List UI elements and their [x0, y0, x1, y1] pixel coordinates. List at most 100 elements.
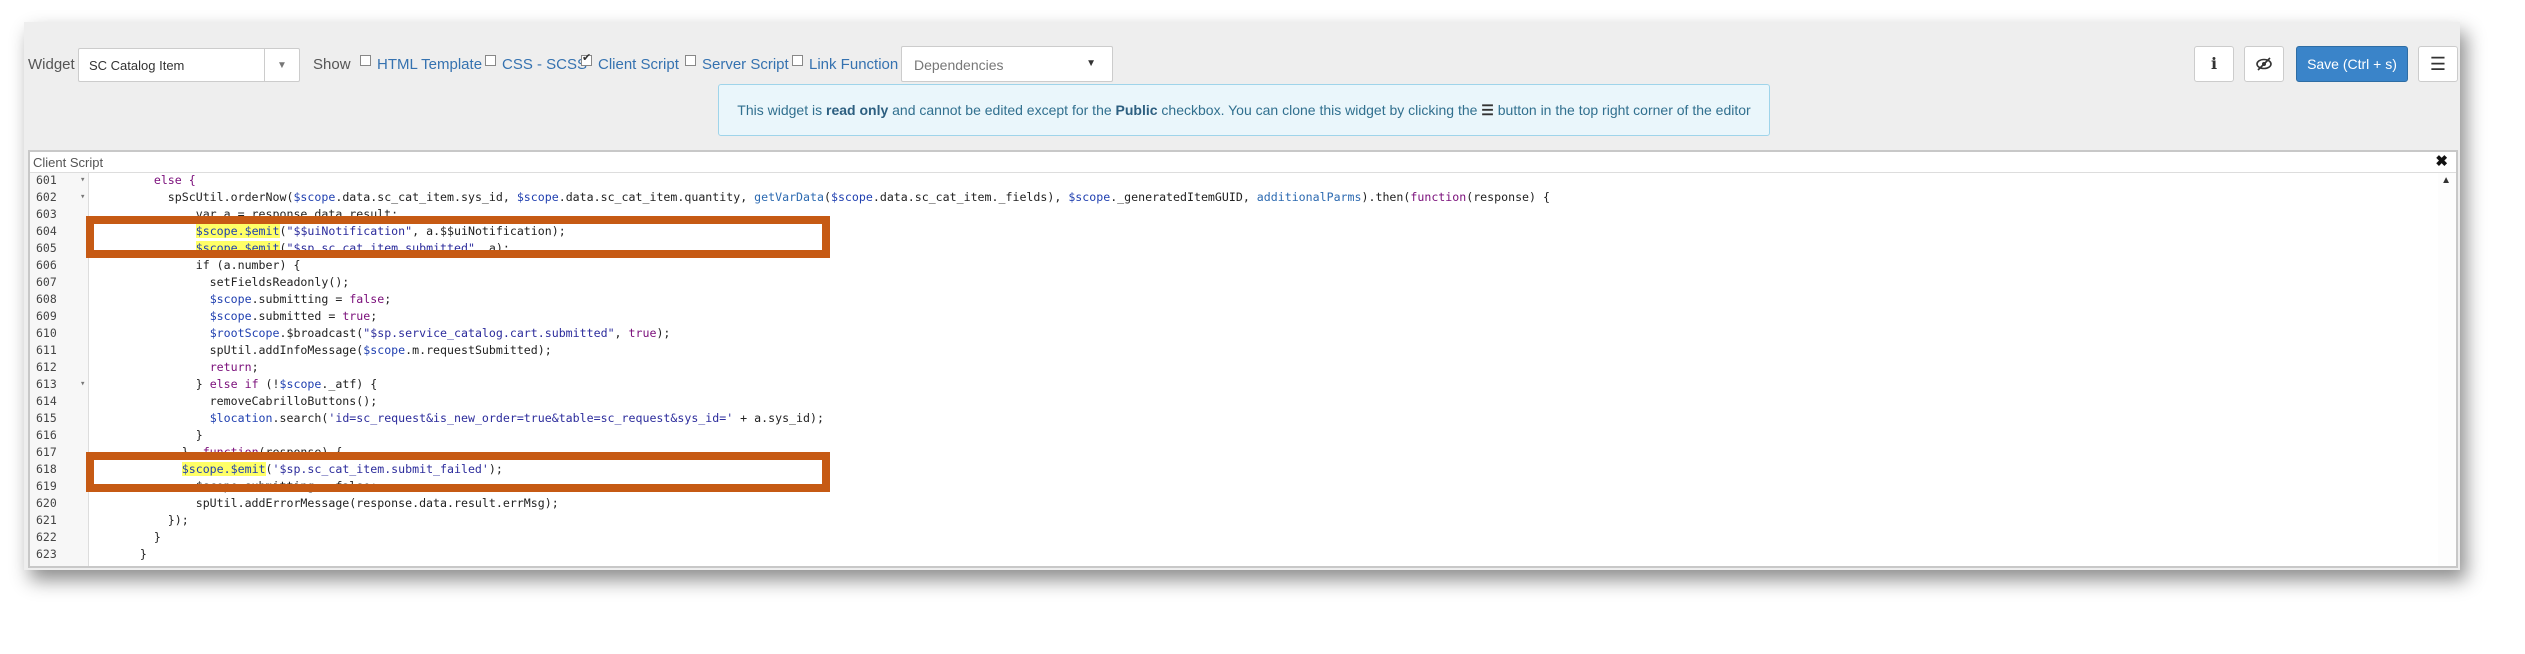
line-number: 604 [36, 224, 57, 238]
widget-label: Widget [28, 56, 75, 73]
code-text: } [98, 546, 147, 563]
line-number: 613 [36, 377, 57, 391]
line-number: 609 [36, 309, 57, 323]
fold-icon[interactable]: ▾ [80, 189, 85, 206]
code-text: else { [98, 172, 196, 189]
menu-button[interactable]: ☰ [2418, 46, 2458, 82]
hamburger-icon: ☰ [2429, 54, 2447, 74]
line-number: 620 [36, 496, 57, 510]
fold-icon[interactable]: ▾ [80, 172, 85, 189]
code-token: ; [251, 360, 259, 374]
code-line: 601 ▾ else { [30, 172, 2450, 189]
code-line: 609 $scope.submitted = true; [30, 308, 2450, 325]
info-button[interactable]: i [2194, 46, 2234, 82]
code-text: $location.search('id=sc_request&is_new_o… [98, 410, 824, 427]
dependencies-placeholder: Dependencies [914, 57, 1004, 73]
code-token: $scope [293, 190, 336, 204]
code-token: } [98, 428, 203, 442]
read-only-banner: This widget is read only and cannot be e… [718, 84, 1770, 136]
link-function-checkbox[interactable] [792, 55, 803, 66]
toolbar: Widget SC Catalog Item ▼ Show HTML Templ… [24, 34, 2460, 84]
save-button[interactable]: Save (Ctrl + s) [2296, 46, 2408, 82]
code-token: } [98, 547, 147, 561]
css-scss-link[interactable]: CSS - SCSS [502, 56, 587, 73]
eye-slash-icon [2256, 57, 2272, 71]
code-token: $scope [279, 377, 322, 391]
line-number: 612 [36, 360, 57, 374]
line-number: 614 [36, 394, 57, 408]
editor-header: Client Script ✖ [30, 152, 2456, 173]
editor-title: Client Script [33, 155, 104, 170]
code-token: .m.requestSubmitted); [405, 343, 552, 357]
code-token: $rootScope [209, 326, 280, 340]
code-token: $scope [209, 292, 252, 306]
line-number: 615 [36, 411, 57, 425]
code-text: return; [98, 359, 259, 376]
html-template-link[interactable]: HTML Template [377, 56, 482, 73]
chevron-down-icon: ▼ [1086, 58, 1096, 69]
dependencies-select[interactable]: Dependencies ▼ [901, 46, 1113, 82]
server-script-link[interactable]: Server Script [702, 56, 789, 73]
client-script-editor[interactable]: Client Script ✖ ▲ 601 ▾ else { 602 ▾ spScU… [28, 150, 2458, 568]
code-line: 615 $location.search('id=sc_request&is_n… [30, 410, 2450, 427]
code-text: } [98, 427, 203, 444]
show-label: Show [313, 56, 351, 73]
code-token: .data.sc_cat_item.sys_id, [335, 190, 517, 204]
code-line: 606 if (a.number) { [30, 257, 2450, 274]
code-token: removeCabrilloButtons(); [98, 394, 378, 408]
code-token: false [349, 292, 385, 306]
code-token: setFieldsReadonly(); [98, 275, 350, 289]
code-token: ; [370, 309, 378, 323]
banner-text-3: checkbox. You can clone this widget by c… [1157, 102, 1482, 118]
code-token: ).then( [1361, 190, 1411, 204]
code-line: 610 $rootScope.$broadcast("$sp.service_c… [30, 325, 2450, 342]
code-text: spScUtil.orderNow($scope.data.sc_cat_ite… [98, 189, 1550, 206]
code-line: 621 }); [30, 512, 2450, 529]
line-number: 621 [36, 513, 57, 527]
chevron-down-icon: ▼ [277, 60, 287, 71]
link-function-link[interactable]: Link Function [809, 56, 898, 73]
server-script-checkbox[interactable] [685, 55, 696, 66]
code-token: true [628, 326, 657, 340]
code-token: .search( [272, 411, 329, 425]
line-number: 619 [36, 479, 57, 493]
code-text: }); [98, 512, 189, 529]
widget-select[interactable]: SC Catalog Item ▼ [78, 48, 300, 82]
code-line: 620 spUtil.addErrorMessage(response.data… [30, 495, 2450, 512]
close-icon[interactable]: ✖ [2435, 152, 2448, 170]
code-token: $scope [209, 309, 252, 323]
widget-editor-panel: Widget SC Catalog Item ▼ Show HTML Templ… [24, 22, 2460, 570]
code-token: spUtil.addErrorMessage(response.data.res… [98, 496, 559, 510]
code-text: $scope.submitting = false; [98, 291, 392, 308]
fold-icon[interactable]: ▾ [80, 376, 85, 393]
code-line: 608 $scope.submitting = false; [30, 291, 2450, 308]
line-number: 611 [36, 343, 57, 357]
client-script-link[interactable]: Client Script [598, 56, 679, 73]
widget-select-toggle[interactable]: ▼ [264, 49, 299, 81]
code-line: 612 return; [30, 359, 2450, 376]
code-text: setFieldsReadonly(); [98, 274, 350, 291]
html-template-checkbox[interactable] [360, 55, 371, 66]
client-script-checkbox[interactable] [581, 51, 592, 66]
code-text: spUtil.addInfoMessage($scope.m.requestSu… [98, 342, 552, 359]
annotation-box-emit-failed [86, 452, 830, 492]
annotation-box-emit-submitted [86, 216, 830, 258]
css-scss-checkbox[interactable] [485, 55, 496, 66]
code-token: (response) { [1466, 190, 1550, 204]
code-line: 613 ▾ } else if (!$scope._atf) { [30, 376, 2450, 393]
code-token: else if [209, 377, 259, 391]
code-token: $scope [363, 343, 406, 357]
line-number: 622 [36, 530, 57, 544]
code-token: 'id=sc_request&is_new_order=true&table=s… [328, 411, 734, 425]
code-text: $scope.submitted = true; [98, 308, 378, 325]
code-text: } [98, 529, 161, 546]
code-text: removeCabrilloButtons(); [98, 393, 378, 410]
line-number: 610 [36, 326, 57, 340]
code-token: } [98, 530, 161, 544]
code-line: 623 } [30, 546, 2450, 563]
code-line: 607 setFieldsReadonly(); [30, 274, 2450, 291]
code-token: ._generatedItemGUID, [1110, 190, 1257, 204]
banner-public: Public [1115, 102, 1158, 118]
hide-preview-button[interactable] [2244, 46, 2284, 82]
